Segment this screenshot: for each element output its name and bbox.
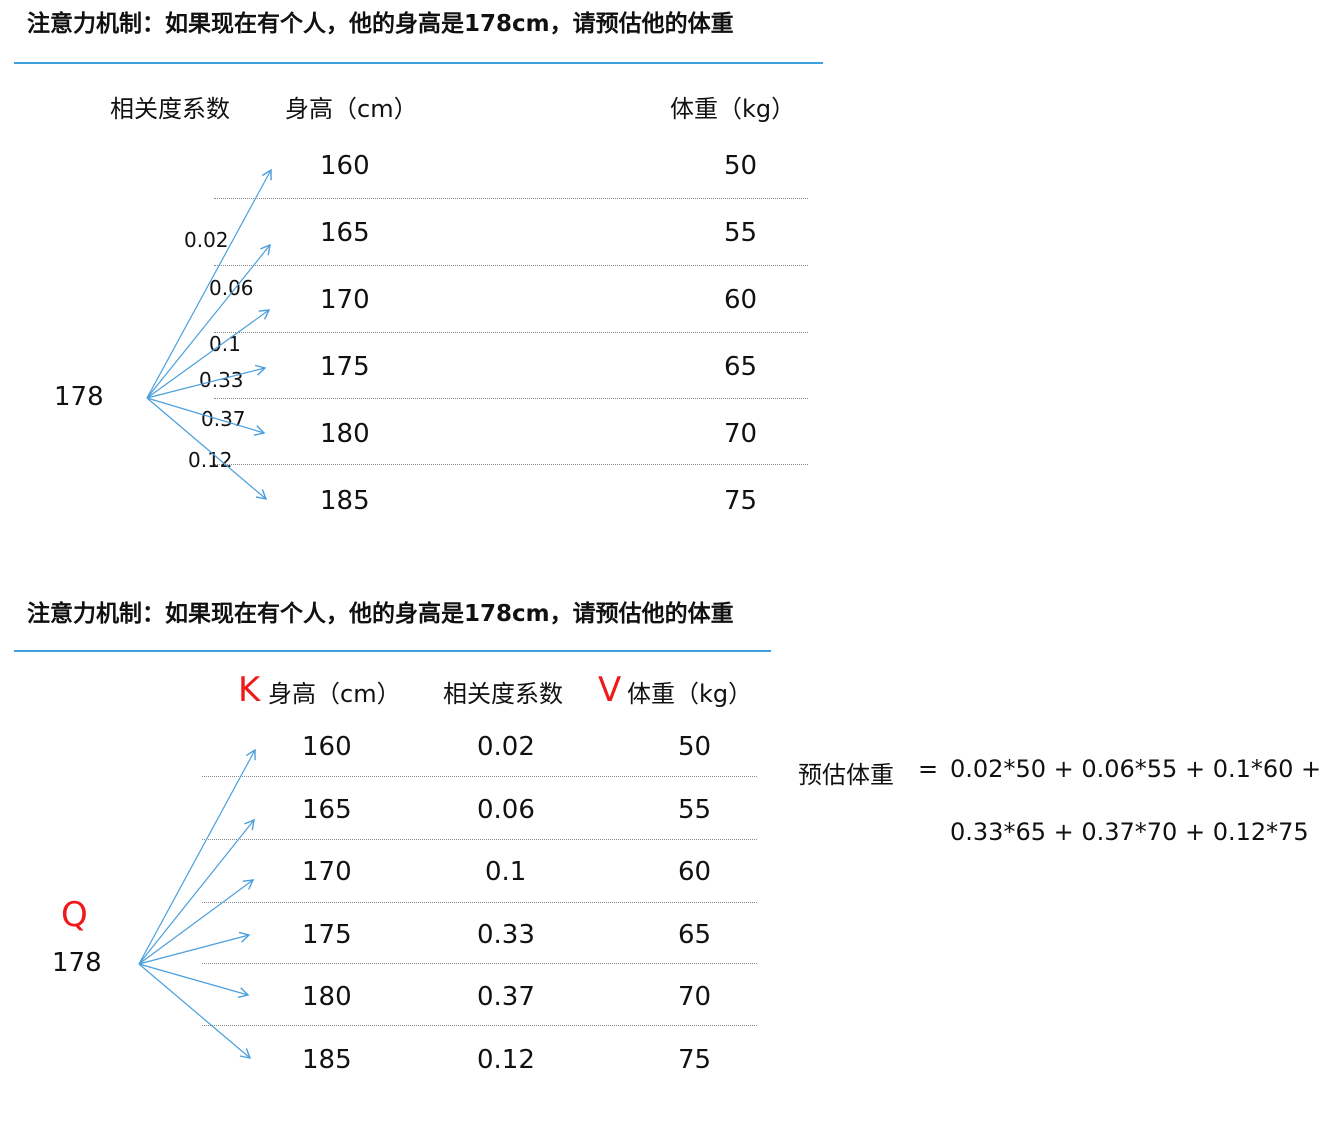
formula-label: 预估体重 (798, 761, 894, 789)
formula-line-2: 0.33*65 + 0.37*70 + 0.12*75 (950, 818, 1309, 846)
bottom-attention-arrows (138, 748, 256, 1059)
formula-line-1: 0.02*50 + 0.06*55 + 0.1*60 + (950, 755, 1322, 783)
bottom-arrow (138, 963, 250, 999)
formula-equals: = (918, 755, 939, 783)
bottom-arrow (138, 748, 256, 965)
bottom-arrow (138, 963, 252, 1059)
bottom-arrow (138, 931, 251, 965)
